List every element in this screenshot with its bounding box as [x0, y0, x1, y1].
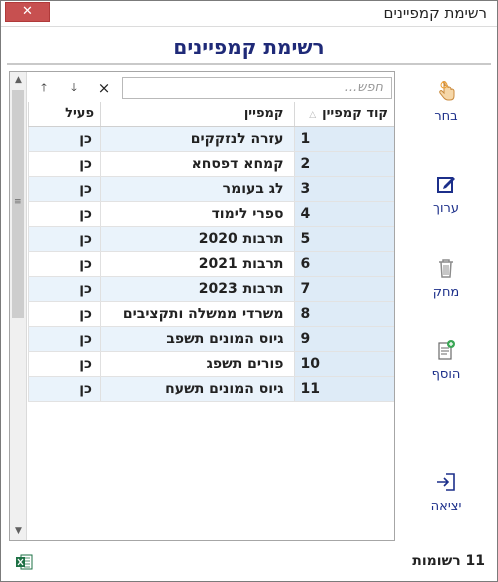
move-up-button[interactable]: 🡑 — [32, 78, 56, 98]
select-label: בחר — [434, 109, 458, 124]
cell-code[interactable]: 2 — [293, 151, 394, 177]
cell-name[interactable]: קמחא דפסחא — [100, 151, 294, 177]
table-row[interactable]: 11 גיוס המונים תשעח כן — [28, 376, 394, 402]
cell-active[interactable]: כן — [28, 126, 101, 152]
scroll-down-arrow-icon[interactable]: ▼ — [10, 523, 27, 540]
cell-active[interactable]: כן — [28, 301, 101, 327]
cell-code[interactable]: 1 — [293, 126, 394, 152]
status-bar: 11 רשומות — [1, 549, 497, 581]
cell-name[interactable]: תרבות 2023 — [100, 276, 294, 302]
add-label: הוסף — [431, 367, 461, 382]
cell-code[interactable]: 6 — [293, 251, 394, 277]
table-row[interactable]: 8 משרדי ממשלה ותקציבים כן — [28, 301, 394, 327]
cell-active[interactable]: כן — [28, 326, 101, 352]
column-header-active[interactable]: פעיל — [28, 102, 101, 127]
scroll-up-arrow-icon[interactable]: ▲ — [10, 72, 27, 89]
table-row[interactable]: 10 פורים תשפג כן — [28, 351, 394, 377]
cell-code[interactable]: 10 — [293, 351, 394, 377]
cell-active[interactable]: כן — [28, 251, 101, 277]
cell-name[interactable]: גיוס המונים תשעח — [100, 376, 294, 402]
table-row[interactable]: 9 גיוס המונים תשפב כן — [28, 326, 394, 352]
campaign-table: קוד קמפיין△ קמפיין פעיל 1 עזרה לנזקקים כן 2… — [28, 102, 394, 402]
campaign-grid: ▲ ≡ ▼ 🡑 🡓 × חפש... קוד קמפיין△ קמפיין פע… — [9, 71, 395, 541]
cell-active[interactable]: כן — [28, 226, 101, 252]
edit-label: ערוך — [433, 201, 459, 216]
campaign-list-window: ✕ רשימת קמפיינים רשימת קמפיינים ▲ ≡ ▼ 🡑 … — [0, 0, 498, 582]
search-input[interactable]: חפש... — [122, 77, 392, 99]
excel-export-icon[interactable] — [15, 554, 33, 570]
cell-active[interactable]: כן — [28, 151, 101, 177]
table-row[interactable]: 4 ספרי לימוד כן — [28, 201, 394, 227]
table-row[interactable]: 6 תרבות 2021 כן — [28, 251, 394, 277]
page-title: רשימת קמפיינים — [173, 35, 325, 59]
cell-name[interactable]: ספרי לימוד — [100, 201, 294, 227]
search-bar: 🡑 🡓 × חפש... — [28, 74, 394, 100]
close-button[interactable]: ✕ — [5, 2, 50, 22]
action-sidebar: בחר ערוך מחק הוסף יציאה — [401, 73, 491, 553]
cell-active[interactable]: כן — [28, 276, 101, 302]
cell-name[interactable]: עזרה לנזקקים — [100, 126, 294, 152]
cell-active[interactable]: כן — [28, 351, 101, 377]
table-row[interactable]: 3 לג בעומר כן — [28, 176, 394, 202]
column-header-name[interactable]: קמפיין — [100, 102, 294, 127]
column-header-code[interactable]: קוד קמפיין△ — [293, 102, 394, 127]
trash-icon — [439, 259, 453, 278]
cell-code[interactable]: 5 — [293, 226, 394, 252]
cell-name[interactable]: תרבות 2021 — [100, 251, 294, 277]
table-row[interactable]: 7 תרבות 2023 כן — [28, 276, 394, 302]
cell-code[interactable]: 3 — [293, 176, 394, 202]
table-row[interactable]: 5 תרבות 2020 כן — [28, 226, 394, 252]
edit-icon — [437, 177, 455, 193]
add-document-icon — [438, 340, 455, 360]
table-row[interactable]: 1 עזרה לנזקקים כן — [28, 126, 394, 152]
record-count: 11 רשומות — [412, 553, 485, 569]
exit-label: יציאה — [430, 499, 462, 514]
move-down-button[interactable]: 🡓 — [62, 78, 86, 98]
exit-icon — [437, 473, 455, 491]
hand-pointer-icon — [439, 81, 455, 101]
cell-code[interactable]: 9 — [293, 326, 394, 352]
cell-code[interactable]: 11 — [293, 376, 394, 402]
cell-code[interactable]: 7 — [293, 276, 394, 302]
exit-button[interactable]: יציאה — [401, 471, 491, 531]
window-title: רשימת קמפיינים — [383, 4, 487, 22]
sort-asc-icon: △ — [309, 110, 317, 121]
cell-name[interactable]: גיוס המונים תשפב — [100, 326, 294, 352]
cell-name[interactable]: לג בעומר — [100, 176, 294, 202]
cell-name[interactable]: פורים תשפג — [100, 351, 294, 377]
edit-button[interactable]: ערוך — [401, 173, 491, 233]
add-button[interactable]: הוסף — [401, 339, 491, 399]
page-header: רשימת קמפיינים — [7, 31, 491, 65]
select-button[interactable]: בחר — [401, 81, 491, 141]
table-header-row: קוד קמפיין△ קמפיין פעיל — [28, 102, 394, 127]
title-bar: ✕ רשימת קמפיינים — [1, 1, 497, 27]
delete-label: מחק — [432, 285, 460, 300]
cell-active[interactable]: כן — [28, 376, 101, 402]
cell-code[interactable]: 8 — [293, 301, 394, 327]
cell-code[interactable]: 4 — [293, 201, 394, 227]
scrollbar-thumb[interactable]: ≡ — [12, 90, 24, 318]
cell-active[interactable]: כן — [28, 176, 101, 202]
scroll-grip-icon: ≡ — [14, 197, 22, 207]
cell-name[interactable]: תרבות 2020 — [100, 226, 294, 252]
clear-search-button[interactable]: × — [92, 78, 116, 98]
table-row[interactable]: 2 קמחא דפסחא כן — [28, 151, 394, 177]
vertical-scrollbar[interactable]: ▲ ≡ ▼ — [10, 72, 27, 540]
cell-name[interactable]: משרדי ממשלה ותקציבים — [100, 301, 294, 327]
delete-button[interactable]: מחק — [401, 257, 491, 317]
cell-active[interactable]: כן — [28, 201, 101, 227]
